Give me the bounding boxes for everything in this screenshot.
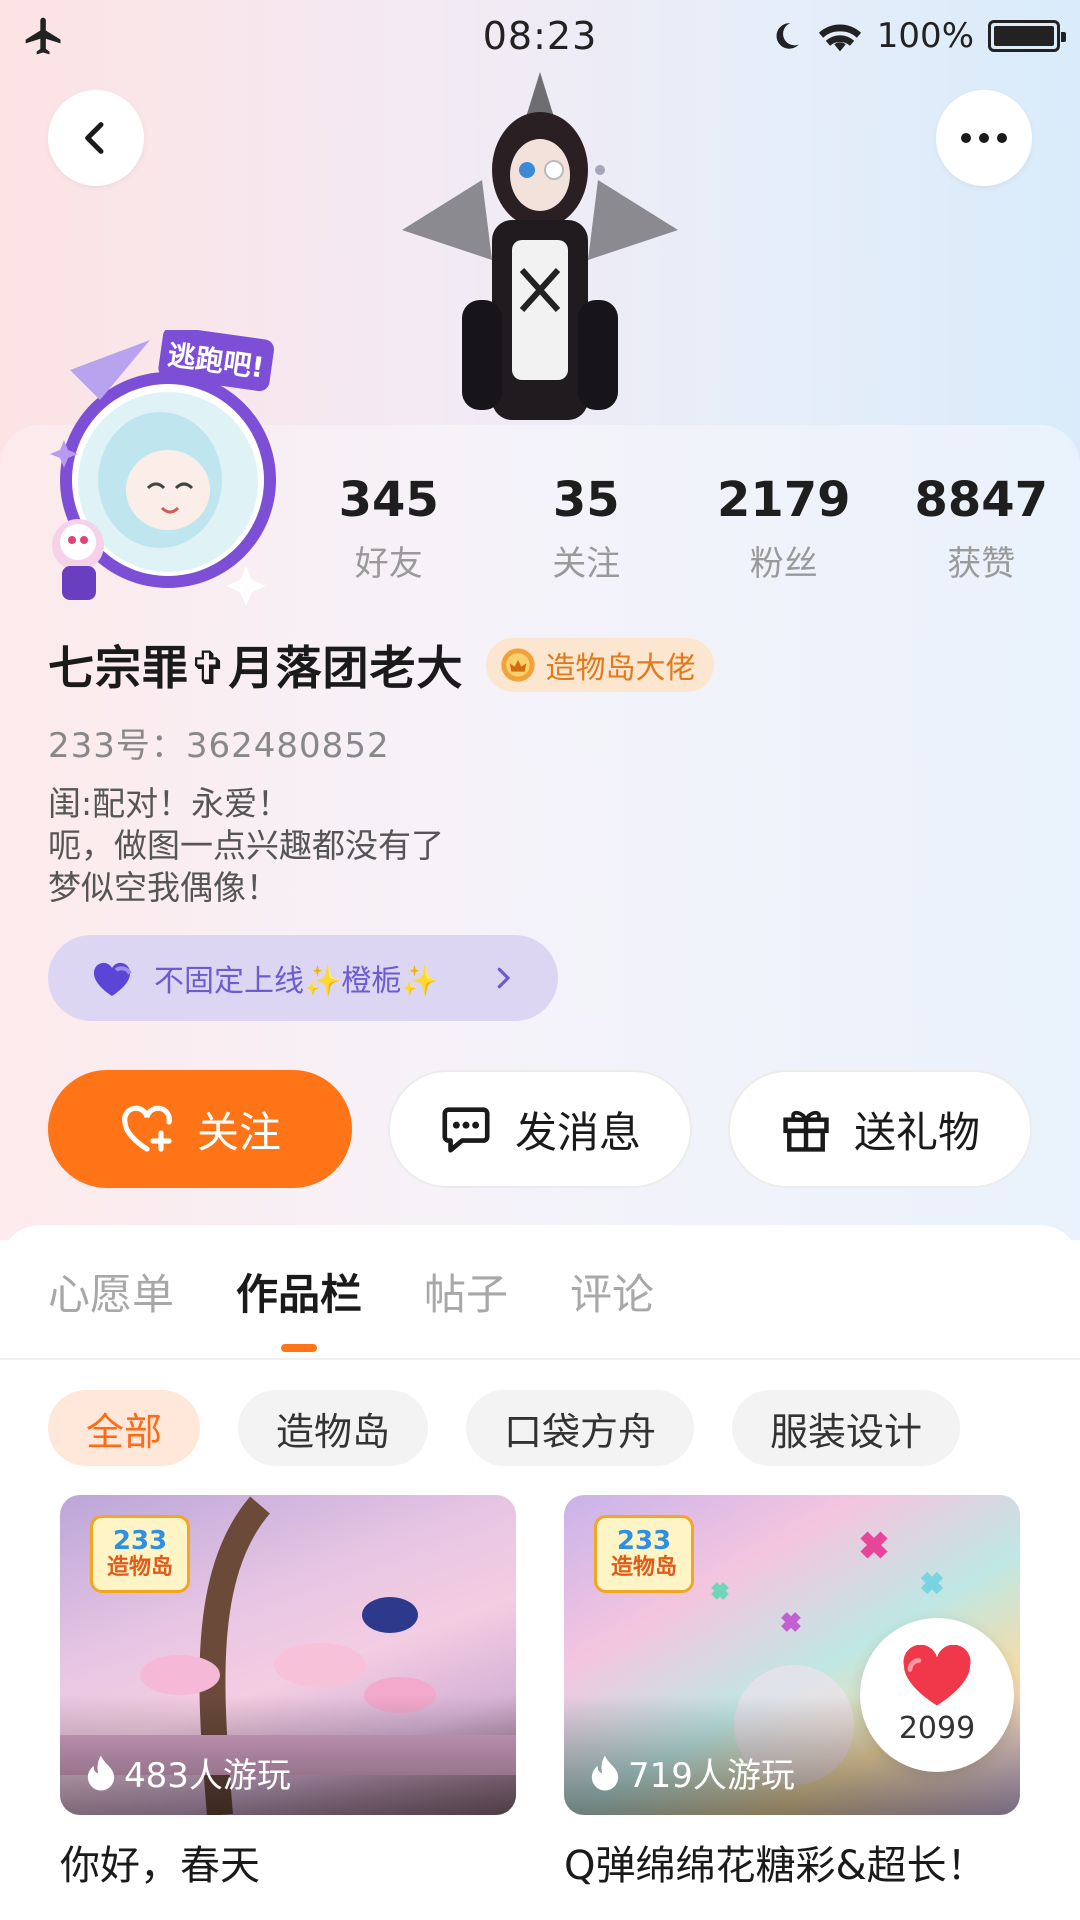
- moon-icon: [776, 23, 799, 49]
- chevron-left-icon: [85, 122, 104, 154]
- play-count-text: 719人游玩: [628, 1756, 795, 1796]
- message-label: 发消息: [514, 1107, 641, 1157]
- game-logo: 233 造物岛: [90, 1515, 190, 1593]
- stat-following[interactable]: 35 关注: [488, 470, 686, 585]
- stat-value: 35: [552, 472, 620, 528]
- floating-like-button[interactable]: 2099: [860, 1618, 1014, 1772]
- bio: 闺:配对！永爱！ 呃，做图一点兴趣都没有了 梦似空我偶像！: [48, 783, 444, 909]
- gift-icon: [783, 1110, 829, 1152]
- tab-posts[interactable]: 帖子: [424, 1261, 508, 1348]
- follow-label: 关注: [196, 1107, 281, 1157]
- more-options-button[interactable]: [936, 90, 1032, 186]
- stat-value: 8847: [914, 472, 1049, 528]
- tab-label: 作品栏: [236, 1270, 363, 1319]
- profile-tabs: 心愿单 作品栏 帖子 评论: [48, 1261, 654, 1352]
- message-button[interactable]: 发消息: [388, 1070, 692, 1188]
- stat-friends[interactable]: 345 好友: [290, 470, 488, 585]
- play-count-text: 483人游玩: [124, 1756, 291, 1796]
- stat-label: 好友: [354, 544, 423, 584]
- status-bar: 08:23 100%: [0, 0, 1080, 76]
- stat-value: 345: [338, 472, 439, 528]
- heart-icon: [93, 962, 132, 996]
- work-card[interactable]: 233 造物岛 483人游玩 你好，春天: [60, 1495, 516, 1891]
- filter-all[interactable]: 全部: [48, 1390, 201, 1466]
- bio-line: 闺:配对！永爱！: [48, 784, 291, 823]
- logo-number: 233: [616, 1526, 672, 1556]
- username: 七宗罪✞月落团老大: [48, 641, 464, 695]
- filter-pocket-ark[interactable]: 口袋方舟: [466, 1390, 695, 1466]
- gift-label: 送礼物: [853, 1107, 980, 1157]
- chevron-right-icon: [497, 967, 511, 989]
- creator-badge[interactable]: 造物岛大佬: [485, 638, 714, 692]
- play-count: 719人游玩: [590, 1748, 795, 1797]
- tab-wishlist[interactable]: 心愿单: [48, 1261, 174, 1348]
- follow-button[interactable]: 关注: [48, 1070, 352, 1188]
- badge-label: 造物岛大佬: [545, 651, 696, 686]
- battery-icon: [988, 20, 1066, 52]
- tab-label: 心愿单: [48, 1270, 175, 1319]
- work-thumbnail[interactable]: 233 造物岛 483人游玩: [60, 1495, 516, 1815]
- stat-value: 2179: [716, 472, 851, 528]
- send-gift-button[interactable]: 送礼物: [728, 1070, 1032, 1188]
- stat-fans[interactable]: 2179 粉丝: [685, 470, 883, 585]
- work-title[interactable]: Q弹绵绵花糖彩&超长！: [564, 1833, 1020, 1891]
- user-avatar[interactable]: 逃跑吧!: [40, 330, 290, 610]
- work-title[interactable]: 你好，春天: [60, 1833, 516, 1891]
- logo-text: 造物岛: [106, 1555, 173, 1580]
- tab-label: 帖子: [424, 1270, 509, 1319]
- bio-line: 梦似空我偶像！: [48, 868, 279, 907]
- stat-likes[interactable]: 8847 获赞: [883, 470, 1080, 585]
- online-status-text: 不固定上线✨橙栀✨: [154, 964, 439, 999]
- heart-icon: [903, 1644, 971, 1705]
- content-panel: 心愿单 作品栏 帖子 评论 全部 造物岛 口袋方舟 服装设计 233 造物岛 4…: [0, 1225, 1080, 1920]
- play-count: 483人游玩: [86, 1748, 291, 1797]
- active-tab-indicator: [281, 1344, 318, 1352]
- tab-label: 评论: [570, 1270, 655, 1319]
- online-status-pill[interactable]: 不固定上线✨橙栀✨: [48, 935, 558, 1021]
- bio-line: 呃，做图一点兴趣都没有了: [48, 826, 444, 865]
- back-button[interactable]: [48, 90, 144, 186]
- user-id: 233号：362480852: [48, 726, 390, 766]
- game-logo: 233 造物岛: [594, 1515, 694, 1593]
- filter-fashion-design[interactable]: 服装设计: [732, 1390, 961, 1466]
- flame-icon: [591, 1754, 619, 1791]
- stat-label: 关注: [552, 544, 621, 584]
- profile-stats: 345 好友 35 关注 2179 粉丝 8847 获赞: [290, 470, 1080, 585]
- logo-number: 233: [112, 1526, 168, 1556]
- tab-comments[interactable]: 评论: [570, 1261, 654, 1348]
- badge-medal-icon: [500, 648, 535, 682]
- work-filters: 全部 造物岛 口袋方舟 服装设计: [48, 1390, 961, 1466]
- tab-works[interactable]: 作品栏: [236, 1261, 363, 1352]
- chat-bubble-icon: [442, 1107, 490, 1153]
- tabs-divider: [0, 1358, 1080, 1360]
- heart-plus-icon: [122, 1105, 172, 1152]
- stat-label: 获赞: [947, 544, 1016, 584]
- stat-label: 粉丝: [749, 544, 818, 584]
- battery-percentage: 100%: [876, 16, 974, 56]
- avatar-character-illustration: [402, 72, 678, 420]
- profile-actions: 关注 发消息 送礼物: [48, 1070, 1032, 1188]
- wifi-icon: [818, 24, 861, 52]
- like-count: 2099: [898, 1710, 976, 1746]
- name-row: 七宗罪✞月落团老大 造物岛大佬: [48, 632, 714, 698]
- more-horizontal-icon: [961, 133, 1007, 143]
- logo-text: 造物岛: [610, 1555, 677, 1580]
- filter-creation-island[interactable]: 造物岛: [238, 1390, 429, 1466]
- flame-icon: [87, 1754, 115, 1791]
